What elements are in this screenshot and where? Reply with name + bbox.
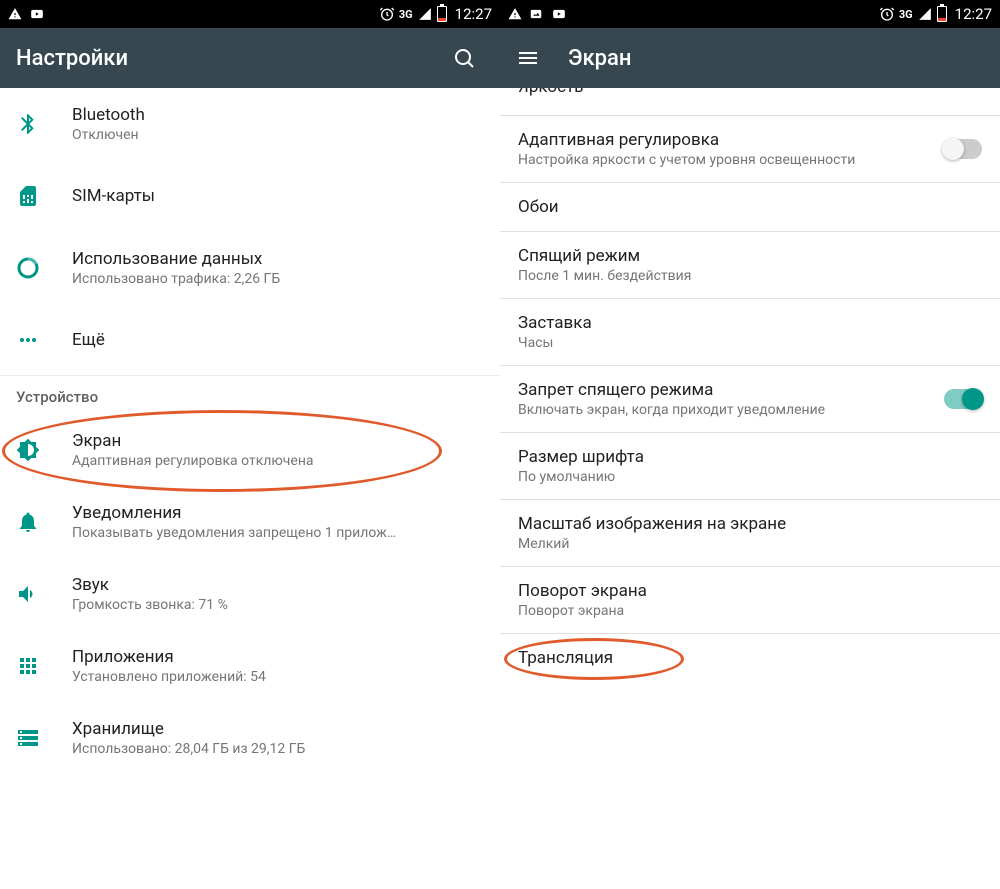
row-subtitle: По умолчанию bbox=[518, 469, 982, 485]
row-subtitle: После 1 мин. бездействия bbox=[518, 268, 982, 284]
display-icon bbox=[16, 438, 72, 462]
row-title: Хранилище bbox=[72, 719, 484, 739]
battery-icon bbox=[437, 6, 447, 22]
settings-row-notifications[interactable]: Уведомления Показывать уведомления запрещ… bbox=[0, 486, 500, 558]
storage-icon bbox=[16, 726, 72, 750]
toggle-on[interactable] bbox=[944, 389, 982, 409]
sound-icon bbox=[16, 582, 72, 606]
row-title: Звук bbox=[72, 575, 484, 595]
row-subtitle: Адаптивная регулировка отключена bbox=[72, 453, 484, 469]
settings-row-fontsize[interactable]: Размер шрифта По умолчанию bbox=[500, 433, 1000, 500]
row-title: Запрет спящего режима bbox=[518, 380, 934, 400]
settings-row-apps[interactable]: Приложения Установлено приложений: 54 bbox=[0, 630, 500, 702]
row-title: SIM-карты bbox=[72, 186, 484, 206]
row-subtitle: Показывать уведомления запрещено 1 прило… bbox=[72, 525, 484, 541]
row-title: Использование данных bbox=[72, 249, 484, 269]
menu-icon[interactable] bbox=[508, 38, 548, 78]
battery-icon bbox=[937, 6, 947, 22]
youtube-icon bbox=[550, 7, 568, 21]
settings-row-nosleep[interactable]: Запрет спящего режима Включать экран, ког… bbox=[500, 366, 1000, 433]
row-subtitle: Поворот экрана bbox=[518, 603, 982, 619]
toggle-off[interactable] bbox=[944, 139, 982, 159]
settings-row-sim[interactable]: SIM-карты bbox=[0, 160, 500, 232]
search-icon[interactable] bbox=[444, 38, 484, 78]
warning-icon bbox=[8, 7, 22, 21]
app-bar: Настройки bbox=[0, 28, 500, 88]
status-bar: 3G 12:27 bbox=[500, 0, 1000, 28]
settings-row-sound[interactable]: Звук Громкость звонка: 71 % bbox=[0, 558, 500, 630]
settings-row-data-usage[interactable]: Использование данных Использовано трафика… bbox=[0, 232, 500, 304]
row-subtitle: Отключен bbox=[72, 127, 484, 143]
image-icon bbox=[528, 7, 544, 21]
app-bar: Экран bbox=[500, 28, 1000, 88]
row-title: Поворот экрана bbox=[518, 581, 982, 601]
youtube-icon bbox=[28, 7, 46, 21]
alarm-icon bbox=[379, 6, 395, 22]
row-title: Спящий режим bbox=[518, 246, 982, 266]
sim-icon bbox=[16, 184, 72, 208]
settings-row-rotation[interactable]: Поворот экрана Поворот экрана bbox=[500, 567, 1000, 634]
row-title: Уведомления bbox=[72, 503, 484, 523]
signal-icon bbox=[417, 7, 433, 21]
bluetooth-icon bbox=[16, 112, 72, 136]
row-title: Обои bbox=[518, 197, 982, 217]
network-3g-icon: 3G bbox=[899, 8, 913, 21]
more-icon bbox=[16, 328, 72, 352]
row-subtitle: Включать экран, когда приходит уведомлен… bbox=[518, 402, 934, 418]
row-title: Экран bbox=[72, 431, 484, 451]
settings-row-displaysize[interactable]: Масштаб изображения на экране Мелкий bbox=[500, 500, 1000, 567]
data-usage-icon bbox=[16, 256, 72, 280]
row-title: Bluetooth bbox=[72, 105, 484, 125]
row-subtitle: Установлено приложений: 54 bbox=[72, 669, 484, 685]
row-title: Адаптивная регулировка bbox=[518, 130, 934, 150]
row-subtitle: Часы bbox=[518, 335, 982, 351]
row-subtitle: Использовано трафика: 2,26 ГБ bbox=[72, 271, 484, 287]
row-subtitle: Мелкий bbox=[518, 536, 982, 552]
network-3g-icon: 3G bbox=[399, 8, 413, 21]
settings-row-sleep[interactable]: Спящий режим После 1 мин. бездействия bbox=[500, 232, 1000, 299]
row-title: Приложения bbox=[72, 647, 484, 667]
phone-right: 3G 12:27 Экран Яркость Адаптивная регули… bbox=[500, 0, 1000, 889]
page-title: Настройки bbox=[16, 46, 128, 71]
clock: 12:27 bbox=[955, 5, 992, 23]
settings-row-storage[interactable]: Хранилище Использовано: 28,04 ГБ из 29,12… bbox=[0, 702, 500, 774]
row-title: Ещё bbox=[72, 330, 484, 350]
settings-row-bluetooth[interactable]: Bluetooth Отключен bbox=[0, 88, 500, 160]
row-title: Трансляция bbox=[518, 648, 982, 668]
page-title: Экран bbox=[568, 46, 631, 71]
row-subtitle: Громкость звонка: 71 % bbox=[72, 597, 484, 613]
apps-icon bbox=[16, 654, 72, 678]
row-subtitle: Использовано: 28,04 ГБ из 29,12 ГБ bbox=[72, 741, 484, 757]
bell-icon bbox=[16, 510, 72, 534]
settings-row-cast[interactable]: Трансляция bbox=[500, 634, 1000, 682]
settings-row-adaptive[interactable]: Адаптивная регулировка Настройка яркости … bbox=[500, 116, 1000, 183]
phone-left: 3G 12:27 Настройки Bluetooth Отключен SIM… bbox=[0, 0, 500, 889]
clock: 12:27 bbox=[455, 5, 492, 23]
section-header-device: Устройство bbox=[0, 376, 500, 414]
row-title: Размер шрифта bbox=[518, 447, 982, 467]
row-title: Заставка bbox=[518, 313, 982, 333]
row-subtitle: Настройка яркости с учетом уровня освеще… bbox=[518, 152, 934, 168]
alarm-icon bbox=[879, 6, 895, 22]
row-title: Масштаб изображения на экране bbox=[518, 514, 982, 534]
settings-row-display[interactable]: Экран Адаптивная регулировка отключена bbox=[0, 414, 500, 486]
settings-row-brightness-cut[interactable]: Яркость bbox=[500, 88, 1000, 116]
settings-row-screensaver[interactable]: Заставка Часы bbox=[500, 299, 1000, 366]
warning-icon bbox=[508, 7, 522, 21]
signal-icon bbox=[917, 7, 933, 21]
status-bar: 3G 12:27 bbox=[0, 0, 500, 28]
settings-row-more[interactable]: Ещё bbox=[0, 304, 500, 376]
settings-row-wallpaper[interactable]: Обои bbox=[500, 183, 1000, 232]
